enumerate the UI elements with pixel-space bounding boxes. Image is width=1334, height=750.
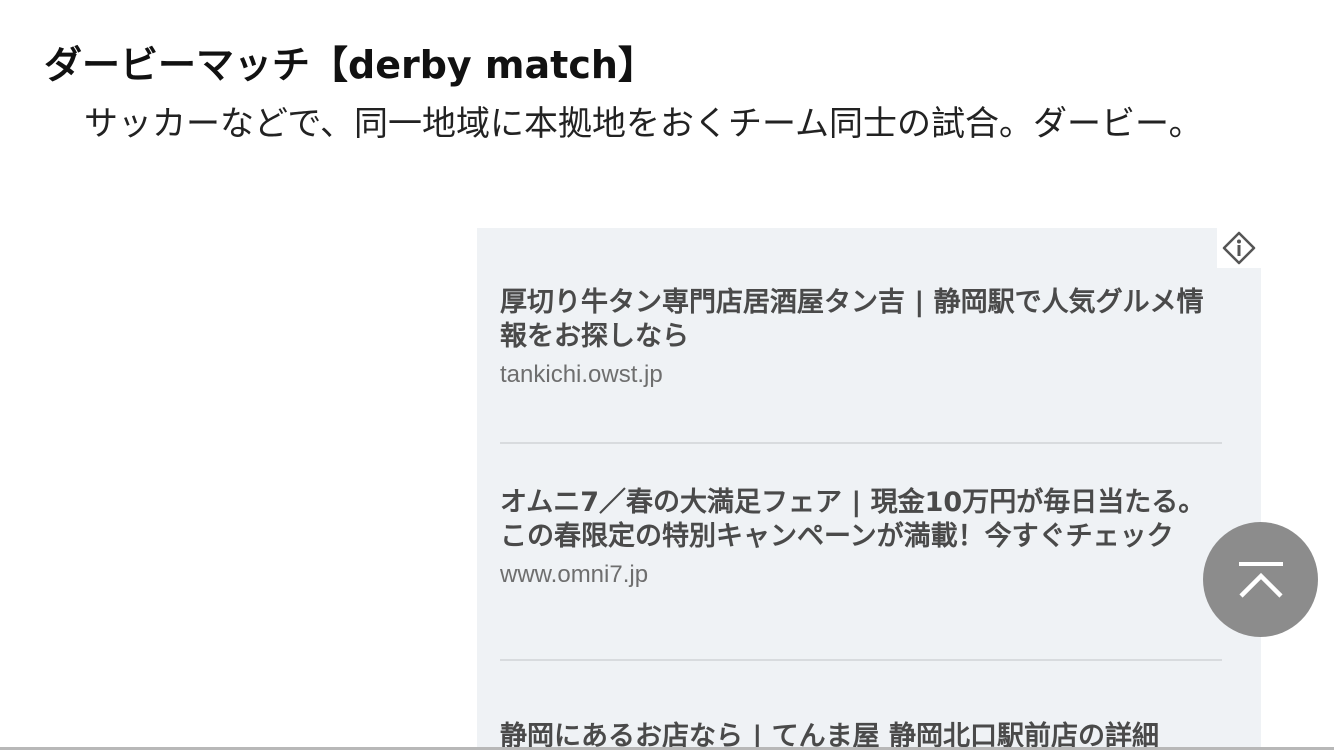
ad-item[interactable]: 厚切り牛タン専門店居酒屋タン吉 | 静岡駅で人気グルメ情報をお探しなら tank… xyxy=(500,286,1222,392)
entry-definition: サッカーなどで、同一地域に本拠地をおくチーム同士の試合。ダービー。 xyxy=(84,104,1203,144)
ad-url[interactable]: www.omni7.jp xyxy=(500,558,1222,592)
scroll-to-top-button[interactable] xyxy=(1203,522,1318,637)
ad-divider xyxy=(500,442,1222,444)
entry-title: ダービーマッチ【derby match】 xyxy=(44,43,656,87)
ad-title[interactable]: オムニ7／春の大満足フェア | 現金10万円が毎日当たる。この春限定の特別キャン… xyxy=(500,486,1222,554)
ad-title[interactable]: 静岡にあるお店なら | てんま屋 静岡北口駅前店の詳細 xyxy=(500,720,1222,750)
ad-url[interactable]: tankichi.owst.jp xyxy=(500,358,1222,392)
ad-container: 厚切り牛タン専門店居酒屋タン吉 | 静岡駅で人気グルメ情報をお探しなら tank… xyxy=(477,228,1261,750)
ad-info-button[interactable] xyxy=(1217,228,1261,268)
ad-item[interactable]: 静岡にあるお店なら | てんま屋 静岡北口駅前店の詳細 xyxy=(500,720,1222,750)
ad-title[interactable]: 厚切り牛タン専門店居酒屋タン吉 | 静岡駅で人気グルメ情報をお探しなら xyxy=(500,286,1222,354)
ad-item[interactable]: オムニ7／春の大満足フェア | 現金10万円が毎日当たる。この春限定の特別キャン… xyxy=(500,486,1222,592)
chevron-up-icon xyxy=(1238,561,1283,598)
ad-divider xyxy=(500,659,1222,661)
ad-info-icon xyxy=(1222,231,1256,265)
